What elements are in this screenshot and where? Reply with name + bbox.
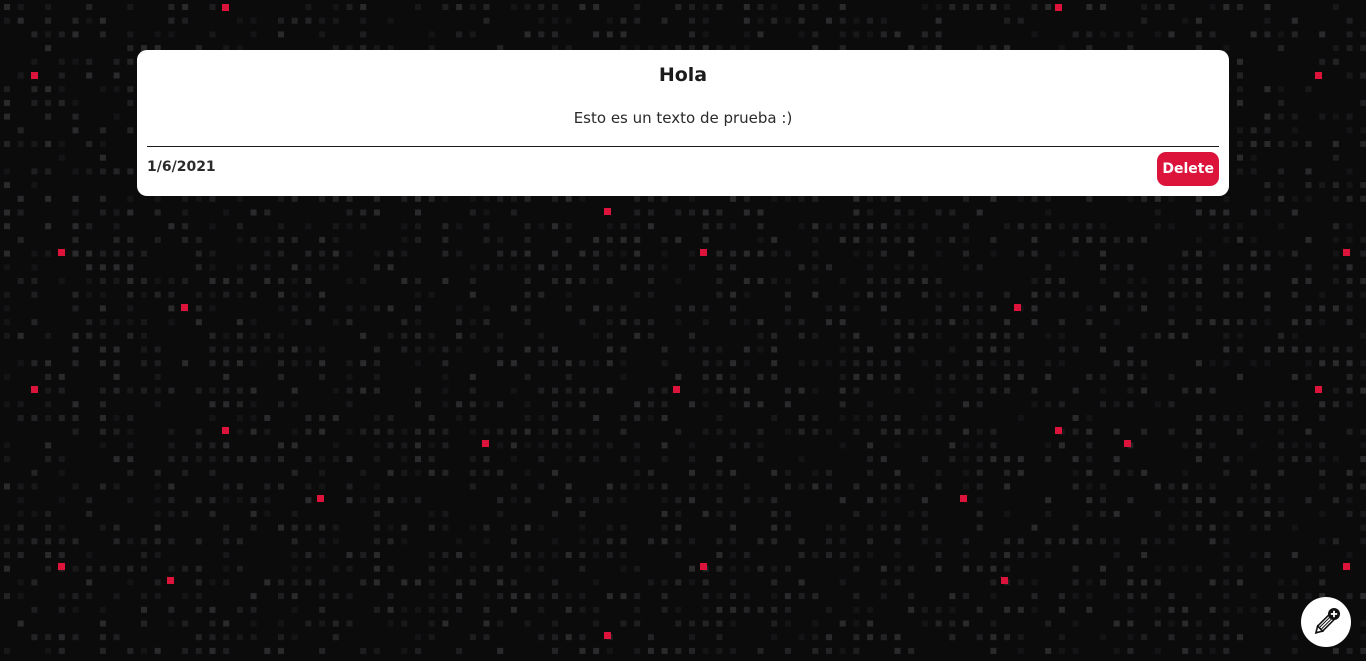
- pencil-plus-icon: [1314, 608, 1340, 634]
- note-card: Hola Esto es un texto de prueba :) 1/6/2…: [137, 50, 1229, 196]
- note-divider: [147, 146, 1219, 147]
- note-body: Esto es un texto de prueba :): [573, 109, 793, 127]
- delete-button[interactable]: Delete: [1157, 152, 1219, 186]
- add-note-button[interactable]: [1301, 597, 1351, 647]
- note-date: 1/6/2021: [147, 159, 216, 175]
- note-title: Hola: [658, 64, 708, 86]
